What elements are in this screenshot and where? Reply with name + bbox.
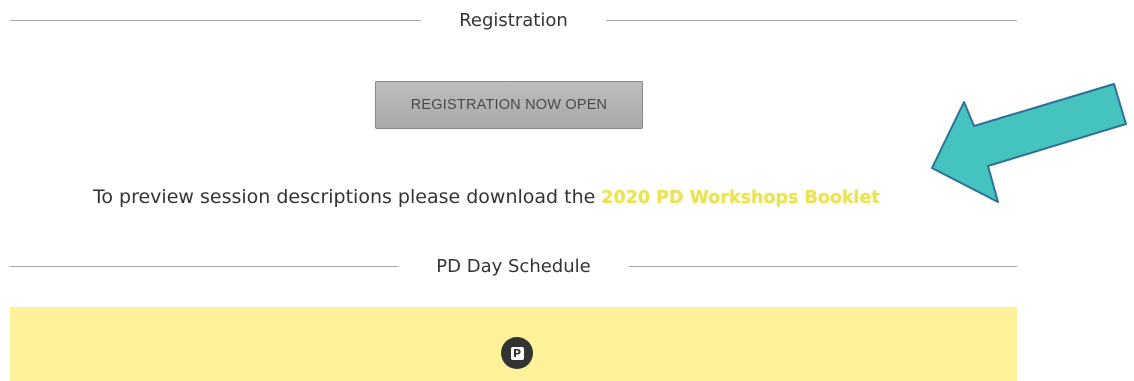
arrow-shape <box>931 83 1127 203</box>
page: Registration REGISTRATION NOW OPEN To pr… <box>0 0 1134 381</box>
preview-text: To preview session descriptions please d… <box>93 186 602 208</box>
schedule-panel: P <box>10 307 1017 381</box>
registration-heading: Registration <box>10 7 1018 33</box>
heading-rule-left <box>10 19 422 21</box>
preview-sentence: To preview session descriptions please d… <box>93 186 880 208</box>
badge-letter: P <box>510 346 524 360</box>
schedule-title: PD Day Schedule <box>436 255 591 277</box>
heading-rule-left <box>10 265 399 267</box>
heading-rule-right <box>628 265 1018 267</box>
parking-icon[interactable]: P <box>501 337 533 369</box>
schedule-heading: PD Day Schedule <box>10 253 1018 279</box>
workshops-booklet-link[interactable]: 2020 PD Workshops Booklet <box>601 188 879 208</box>
registration-now-open-button[interactable]: REGISTRATION NOW OPEN <box>375 81 643 129</box>
heading-rule-right <box>605 19 1018 21</box>
registration-title: Registration <box>459 9 568 31</box>
pointer-arrow-icon <box>931 83 1127 203</box>
